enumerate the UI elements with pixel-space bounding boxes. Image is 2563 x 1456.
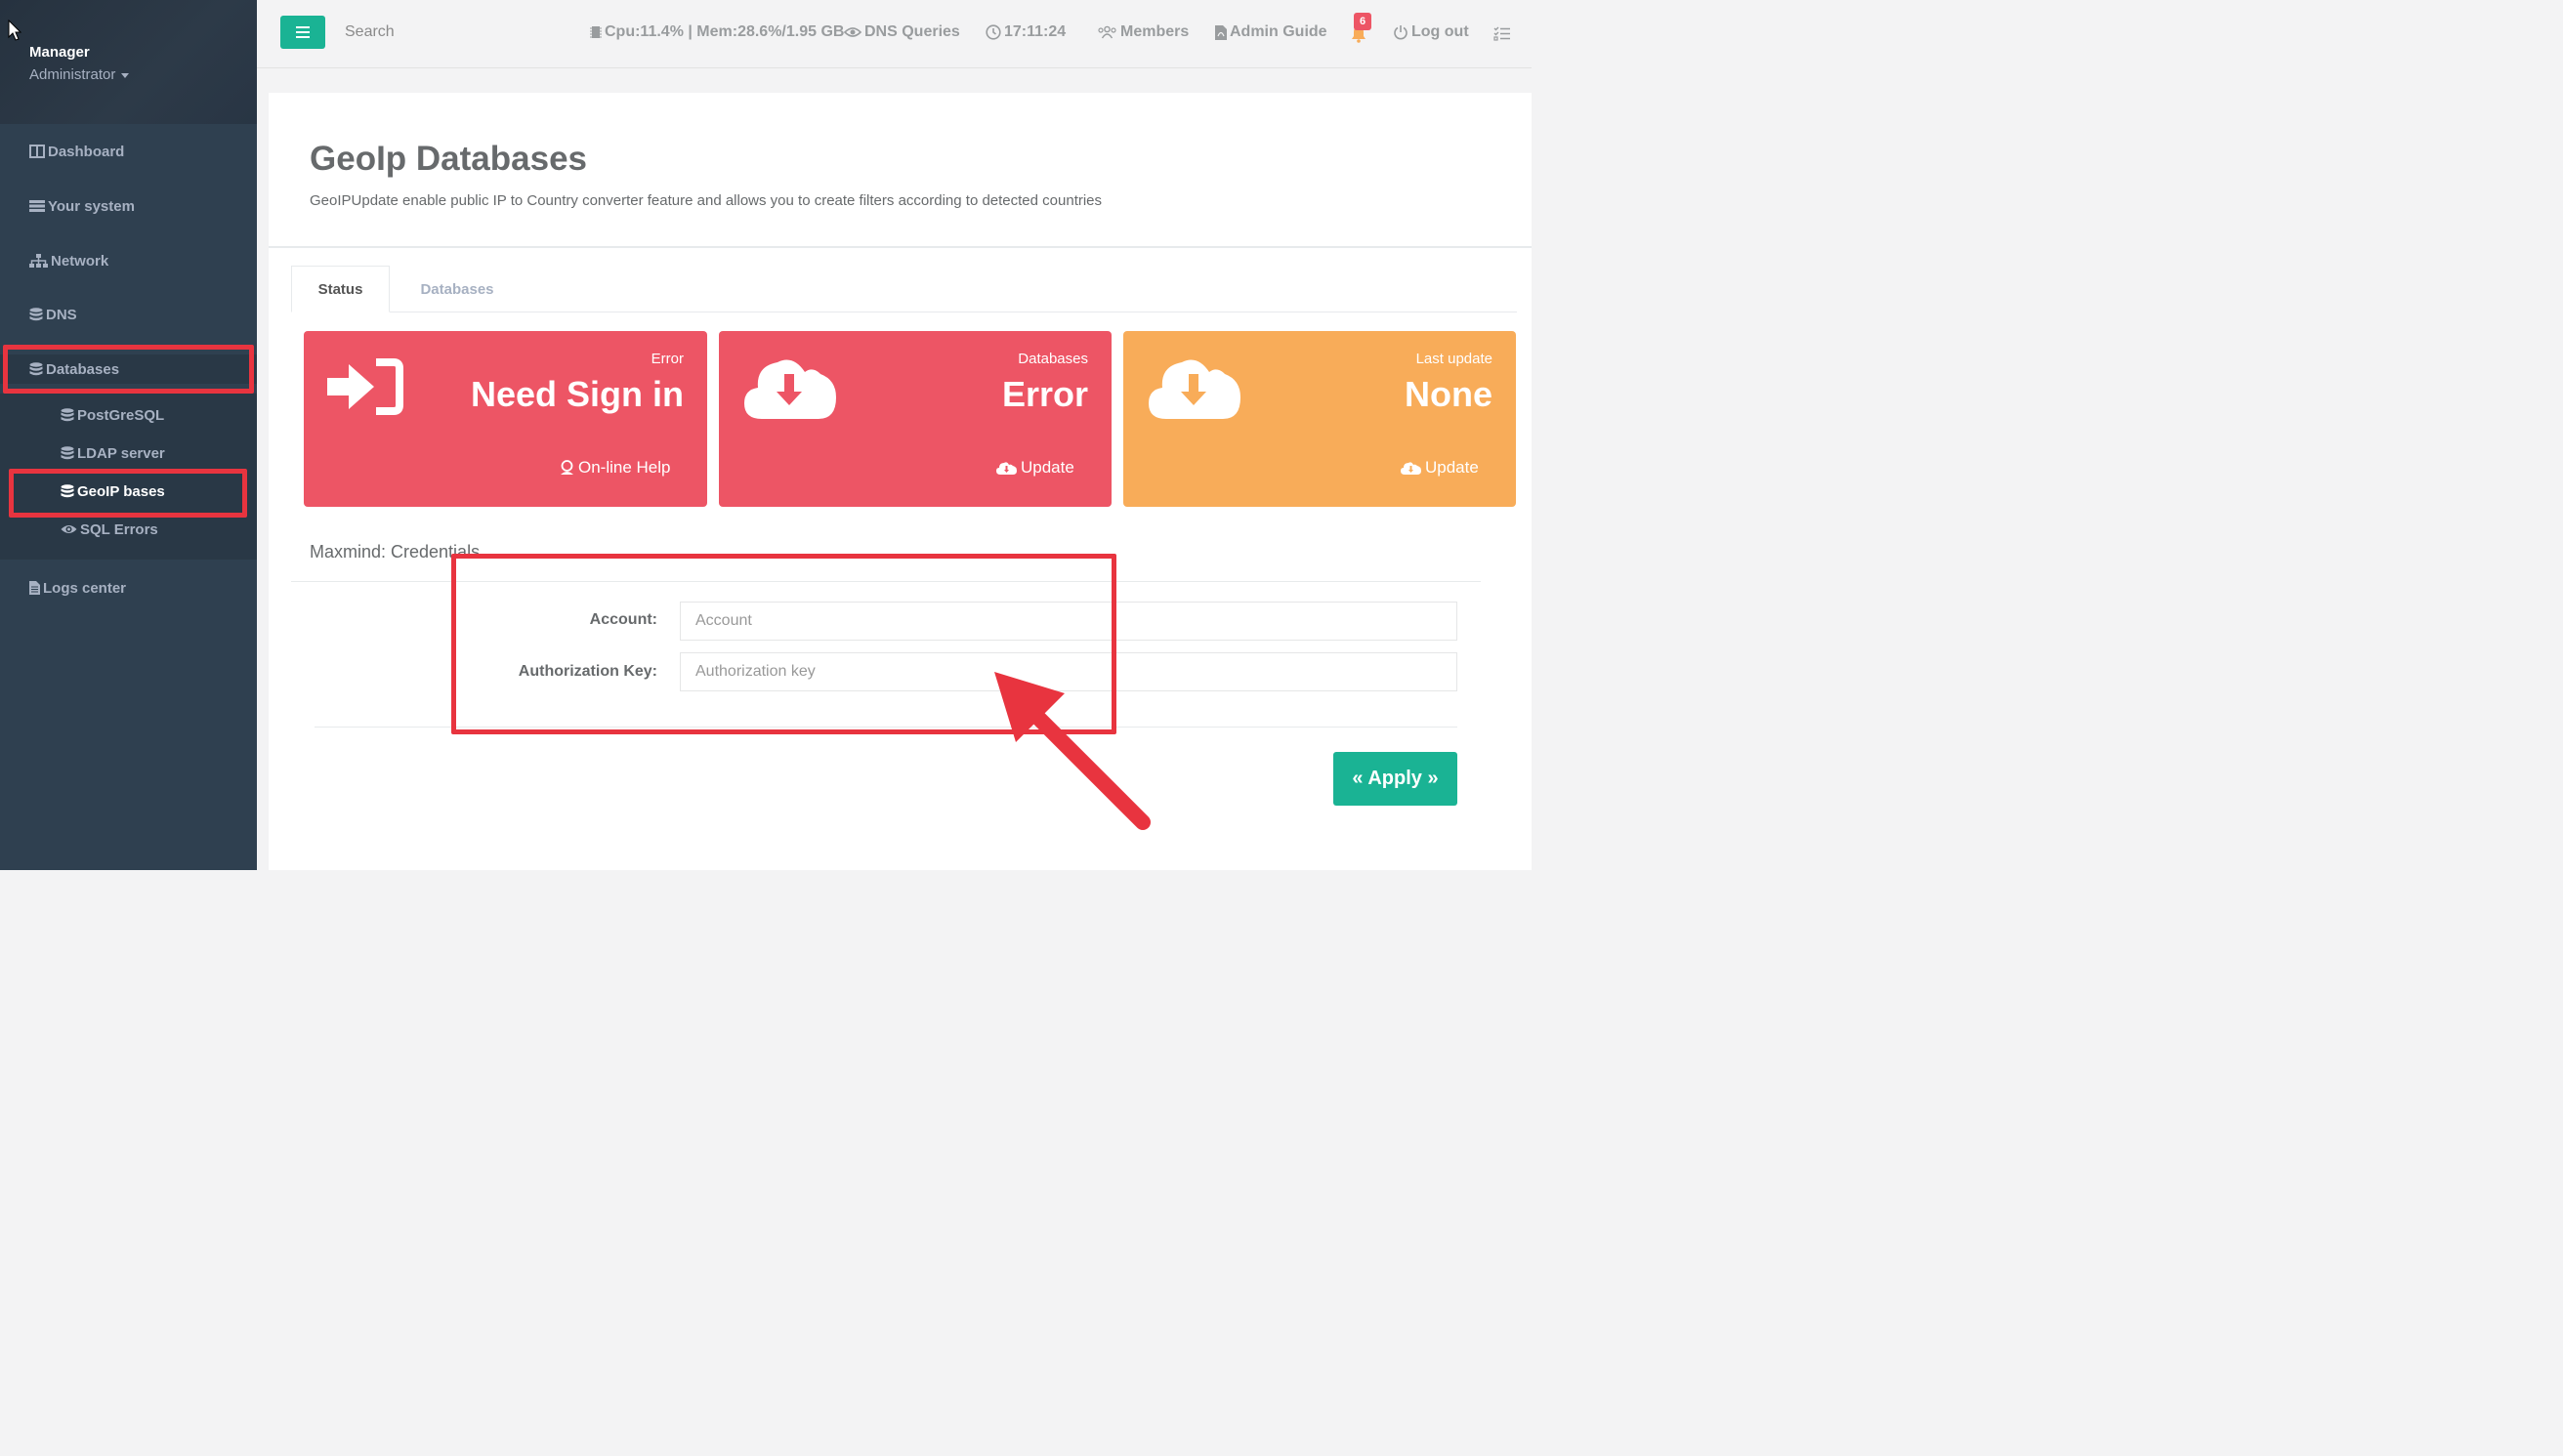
annotation-arrow-icon <box>994 672 1151 830</box>
members-label: Members <box>1120 23 1190 40</box>
file-icon <box>29 581 40 595</box>
members-link[interactable]: Members <box>1097 23 1189 41</box>
cloud-download-icon <box>744 359 836 419</box>
user-role-dropdown[interactable]: Administrator <box>29 66 130 83</box>
database-icon <box>61 408 74 422</box>
sidebar-item-logs-center[interactable]: Logs center <box>0 573 257 603</box>
online-help-label: On-line Help <box>578 458 671 477</box>
eye-icon <box>844 27 861 37</box>
tab-bar: Status Databases <box>291 266 1517 312</box>
update-label: Update <box>1425 458 1479 477</box>
user-role-label: Administrator <box>29 66 116 83</box>
widget-value: Error <box>1001 374 1088 414</box>
widget-value: Need Sign in <box>470 374 684 414</box>
sitemap-icon <box>29 254 48 268</box>
sign-in-icon <box>327 358 403 415</box>
sidebar-subitem-label: SQL Errors <box>80 520 158 538</box>
annotation-highlight-databases <box>3 345 254 394</box>
system-stats-text: Cpu:11.4% | Mem:28.6%/1.95 GB <box>605 23 845 40</box>
sidebar-item-dashboard[interactable]: Dashboard <box>0 137 257 166</box>
server-icon <box>29 200 45 212</box>
sidebar-item-label: DNS <box>46 306 77 323</box>
file-pdf-icon <box>1215 24 1227 40</box>
page-title: GeoIp Databases <box>310 140 587 178</box>
eye-icon <box>61 525 77 533</box>
sidebar-item-label: Dashboard <box>48 143 125 160</box>
page-description: GeoIPUpdate enable public IP to Country … <box>310 192 1103 209</box>
system-stats: Cpu:11.4% | Mem:28.6%/1.95 GB <box>590 23 844 41</box>
tab-status[interactable]: Status <box>291 266 390 312</box>
main-content: GeoIp Databases GeoIPUpdate enable publi… <box>269 93 1532 870</box>
sidebar-item-network[interactable]: Network <box>0 246 257 275</box>
admin-guide-link[interactable]: Admin Guide <box>1215 23 1327 41</box>
dns-queries-link[interactable]: DNS Queries <box>844 23 960 41</box>
tasks-icon[interactable] <box>1493 26 1511 41</box>
cloud-download-icon <box>1401 461 1421 475</box>
sidebar-subitem-postgresql[interactable]: PostGreSQL <box>61 403 164 427</box>
menu-toggle-button[interactable] <box>280 16 325 49</box>
sidebar-subitem-label: PostGreSQL <box>77 406 165 424</box>
status-widget-last-update: Last update None Update <box>1123 331 1516 507</box>
sidebar-item-dns[interactable]: DNS <box>0 300 257 329</box>
update-link[interactable]: Update <box>996 458 1074 478</box>
tab-databases[interactable]: Databases <box>399 266 516 312</box>
sidebar-item-label: Your system <box>48 197 135 215</box>
cloud-download-icon <box>1149 359 1240 419</box>
admin-guide-label: Admin Guide <box>1230 23 1327 40</box>
top-navbar: Search Cpu:11.4% | Mem:28.6%/1.95 GB DNS… <box>257 0 1532 68</box>
database-icon <box>29 308 43 321</box>
dns-queries-label: DNS Queries <box>864 23 960 40</box>
online-help-link[interactable]: On-line Help <box>560 458 671 478</box>
status-widget-sign-in: Error Need Sign in On-line Help <box>304 331 707 507</box>
sidebar-item-your-system[interactable]: Your system <box>0 191 257 221</box>
sidebar-subitem-label: LDAP server <box>77 444 165 462</box>
logout-link[interactable]: Log out <box>1393 23 1469 41</box>
notifications-badge: 6 <box>1354 13 1371 30</box>
sidebar-subitem-ldap-server[interactable]: LDAP server <box>61 441 165 465</box>
update-label: Update <box>1021 458 1074 477</box>
cloud-download-icon <box>996 461 1017 475</box>
mouse-cursor-icon <box>8 20 21 41</box>
sidebar-profile: Manager Administrator <box>0 0 257 124</box>
update-link[interactable]: Update <box>1401 458 1479 478</box>
support-icon <box>561 460 573 475</box>
chip-icon <box>590 26 602 38</box>
search-input[interactable]: Search <box>345 23 395 41</box>
logout-label: Log out <box>1411 23 1469 40</box>
clock: 17:11:24 <box>986 23 1066 41</box>
header-divider <box>269 246 1532 248</box>
sidebar-item-label: Network <box>51 252 109 270</box>
sidebar-item-label: Logs center <box>43 579 127 597</box>
user-name: Manager <box>29 44 90 61</box>
widget-label: Databases <box>1018 351 1088 367</box>
widget-label: Error <box>651 351 684 367</box>
database-icon <box>61 446 74 460</box>
columns-icon <box>29 145 45 158</box>
hamburger-icon <box>296 26 310 38</box>
widget-label: Last update <box>1415 351 1492 367</box>
clock-icon <box>986 24 1001 40</box>
apply-button[interactable]: « Apply » <box>1333 752 1457 806</box>
annotation-highlight-geoip-bases <box>9 469 247 518</box>
clock-time: 17:11:24 <box>1004 23 1067 40</box>
caret-down-icon <box>121 72 130 78</box>
status-widget-databases: Databases Error Update <box>719 331 1112 507</box>
power-icon <box>1394 25 1408 40</box>
users-icon <box>1098 25 1116 39</box>
sidebar: Manager Administrator Dashboard Your sys… <box>0 0 257 870</box>
widget-value: None <box>1405 374 1492 414</box>
sidebar-subitem-sql-errors[interactable]: SQL Errors <box>61 518 158 541</box>
